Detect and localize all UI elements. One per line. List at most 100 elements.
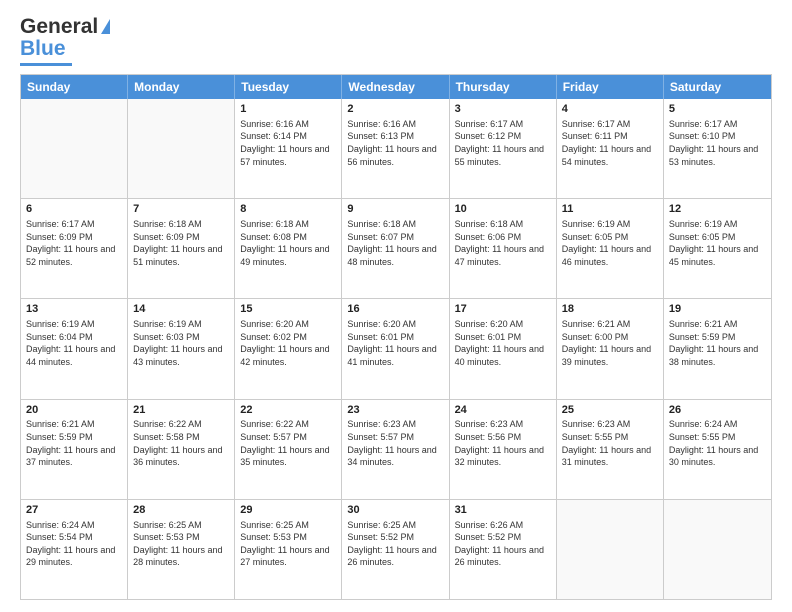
day-number: 16 [347, 302, 443, 317]
cell-info: Sunrise: 6:18 AM Sunset: 6:07 PM Dayligh… [347, 218, 443, 268]
calendar-row: 20Sunrise: 6:21 AM Sunset: 5:59 PM Dayli… [21, 400, 771, 500]
calendar-cell [557, 500, 664, 599]
calendar-row: 13Sunrise: 6:19 AM Sunset: 6:04 PM Dayli… [21, 299, 771, 399]
day-number: 20 [26, 403, 122, 418]
calendar-cell: 7Sunrise: 6:18 AM Sunset: 6:09 PM Daylig… [128, 199, 235, 298]
cell-info: Sunrise: 6:19 AM Sunset: 6:05 PM Dayligh… [562, 218, 658, 268]
calendar-cell: 10Sunrise: 6:18 AM Sunset: 6:06 PM Dayli… [450, 199, 557, 298]
calendar-cell [21, 99, 128, 198]
day-number: 19 [669, 302, 766, 317]
cell-info: Sunrise: 6:17 AM Sunset: 6:12 PM Dayligh… [455, 118, 551, 168]
calendar: SundayMondayTuesdayWednesdayThursdayFrid… [20, 74, 772, 600]
cell-info: Sunrise: 6:25 AM Sunset: 5:53 PM Dayligh… [240, 519, 336, 569]
calendar-cell: 29Sunrise: 6:25 AM Sunset: 5:53 PM Dayli… [235, 500, 342, 599]
calendar-cell: 20Sunrise: 6:21 AM Sunset: 5:59 PM Dayli… [21, 400, 128, 499]
calendar-cell: 23Sunrise: 6:23 AM Sunset: 5:57 PM Dayli… [342, 400, 449, 499]
cell-info: Sunrise: 6:18 AM Sunset: 6:09 PM Dayligh… [133, 218, 229, 268]
day-number: 6 [26, 202, 122, 217]
calendar-cell: 12Sunrise: 6:19 AM Sunset: 6:05 PM Dayli… [664, 199, 771, 298]
day-number: 18 [562, 302, 658, 317]
calendar-cell: 16Sunrise: 6:20 AM Sunset: 6:01 PM Dayli… [342, 299, 449, 398]
calendar-row: 1Sunrise: 6:16 AM Sunset: 6:14 PM Daylig… [21, 99, 771, 199]
calendar-cell: 24Sunrise: 6:23 AM Sunset: 5:56 PM Dayli… [450, 400, 557, 499]
calendar-row: 27Sunrise: 6:24 AM Sunset: 5:54 PM Dayli… [21, 500, 771, 599]
cell-info: Sunrise: 6:22 AM Sunset: 5:58 PM Dayligh… [133, 418, 229, 468]
cell-info: Sunrise: 6:19 AM Sunset: 6:04 PM Dayligh… [26, 318, 122, 368]
cell-info: Sunrise: 6:23 AM Sunset: 5:57 PM Dayligh… [347, 418, 443, 468]
calendar-cell: 3Sunrise: 6:17 AM Sunset: 6:12 PM Daylig… [450, 99, 557, 198]
calendar-header: SundayMondayTuesdayWednesdayThursdayFrid… [21, 75, 771, 99]
calendar-cell: 6Sunrise: 6:17 AM Sunset: 6:09 PM Daylig… [21, 199, 128, 298]
day-number: 4 [562, 102, 658, 117]
calendar-cell: 15Sunrise: 6:20 AM Sunset: 6:02 PM Dayli… [235, 299, 342, 398]
calendar-cell: 4Sunrise: 6:17 AM Sunset: 6:11 PM Daylig… [557, 99, 664, 198]
calendar-cell [128, 99, 235, 198]
cell-info: Sunrise: 6:23 AM Sunset: 5:56 PM Dayligh… [455, 418, 551, 468]
calendar-body: 1Sunrise: 6:16 AM Sunset: 6:14 PM Daylig… [21, 99, 771, 599]
header: General Blue [20, 16, 772, 66]
cell-info: Sunrise: 6:19 AM Sunset: 6:05 PM Dayligh… [669, 218, 766, 268]
cell-info: Sunrise: 6:17 AM Sunset: 6:10 PM Dayligh… [669, 118, 766, 168]
calendar-cell: 27Sunrise: 6:24 AM Sunset: 5:54 PM Dayli… [21, 500, 128, 599]
day-number: 12 [669, 202, 766, 217]
cell-info: Sunrise: 6:20 AM Sunset: 6:01 PM Dayligh… [347, 318, 443, 368]
cell-info: Sunrise: 6:21 AM Sunset: 6:00 PM Dayligh… [562, 318, 658, 368]
cell-info: Sunrise: 6:20 AM Sunset: 6:02 PM Dayligh… [240, 318, 336, 368]
calendar-cell: 13Sunrise: 6:19 AM Sunset: 6:04 PM Dayli… [21, 299, 128, 398]
day-number: 25 [562, 403, 658, 418]
day-number: 1 [240, 102, 336, 117]
day-number: 21 [133, 403, 229, 418]
day-number: 2 [347, 102, 443, 117]
day-number: 17 [455, 302, 551, 317]
cell-info: Sunrise: 6:17 AM Sunset: 6:09 PM Dayligh… [26, 218, 122, 268]
weekday-header: Friday [557, 75, 664, 99]
calendar-cell: 31Sunrise: 6:26 AM Sunset: 5:52 PM Dayli… [450, 500, 557, 599]
cell-info: Sunrise: 6:23 AM Sunset: 5:55 PM Dayligh… [562, 418, 658, 468]
calendar-cell: 30Sunrise: 6:25 AM Sunset: 5:52 PM Dayli… [342, 500, 449, 599]
calendar-cell: 5Sunrise: 6:17 AM Sunset: 6:10 PM Daylig… [664, 99, 771, 198]
day-number: 10 [455, 202, 551, 217]
day-number: 24 [455, 403, 551, 418]
day-number: 13 [26, 302, 122, 317]
calendar-cell [664, 500, 771, 599]
calendar-cell: 1Sunrise: 6:16 AM Sunset: 6:14 PM Daylig… [235, 99, 342, 198]
cell-info: Sunrise: 6:20 AM Sunset: 6:01 PM Dayligh… [455, 318, 551, 368]
day-number: 11 [562, 202, 658, 217]
day-number: 7 [133, 202, 229, 217]
cell-info: Sunrise: 6:24 AM Sunset: 5:55 PM Dayligh… [669, 418, 766, 468]
calendar-cell: 25Sunrise: 6:23 AM Sunset: 5:55 PM Dayli… [557, 400, 664, 499]
cell-info: Sunrise: 6:21 AM Sunset: 5:59 PM Dayligh… [669, 318, 766, 368]
cell-info: Sunrise: 6:22 AM Sunset: 5:57 PM Dayligh… [240, 418, 336, 468]
weekday-header: Thursday [450, 75, 557, 99]
weekday-header: Sunday [21, 75, 128, 99]
day-number: 15 [240, 302, 336, 317]
day-number: 8 [240, 202, 336, 217]
logo: General Blue [20, 16, 110, 66]
day-number: 9 [347, 202, 443, 217]
weekday-header: Wednesday [342, 75, 449, 99]
calendar-cell: 8Sunrise: 6:18 AM Sunset: 6:08 PM Daylig… [235, 199, 342, 298]
cell-info: Sunrise: 6:24 AM Sunset: 5:54 PM Dayligh… [26, 519, 122, 569]
calendar-cell: 14Sunrise: 6:19 AM Sunset: 6:03 PM Dayli… [128, 299, 235, 398]
calendar-row: 6Sunrise: 6:17 AM Sunset: 6:09 PM Daylig… [21, 199, 771, 299]
calendar-cell: 21Sunrise: 6:22 AM Sunset: 5:58 PM Dayli… [128, 400, 235, 499]
day-number: 26 [669, 403, 766, 418]
calendar-cell: 28Sunrise: 6:25 AM Sunset: 5:53 PM Dayli… [128, 500, 235, 599]
calendar-cell: 2Sunrise: 6:16 AM Sunset: 6:13 PM Daylig… [342, 99, 449, 198]
day-number: 30 [347, 503, 443, 518]
day-number: 28 [133, 503, 229, 518]
calendar-cell: 18Sunrise: 6:21 AM Sunset: 6:00 PM Dayli… [557, 299, 664, 398]
cell-info: Sunrise: 6:18 AM Sunset: 6:06 PM Dayligh… [455, 218, 551, 268]
weekday-header: Monday [128, 75, 235, 99]
weekday-header: Tuesday [235, 75, 342, 99]
cell-info: Sunrise: 6:16 AM Sunset: 6:13 PM Dayligh… [347, 118, 443, 168]
day-number: 31 [455, 503, 551, 518]
cell-info: Sunrise: 6:18 AM Sunset: 6:08 PM Dayligh… [240, 218, 336, 268]
calendar-cell: 17Sunrise: 6:20 AM Sunset: 6:01 PM Dayli… [450, 299, 557, 398]
calendar-cell: 26Sunrise: 6:24 AM Sunset: 5:55 PM Dayli… [664, 400, 771, 499]
cell-info: Sunrise: 6:25 AM Sunset: 5:53 PM Dayligh… [133, 519, 229, 569]
day-number: 23 [347, 403, 443, 418]
cell-info: Sunrise: 6:19 AM Sunset: 6:03 PM Dayligh… [133, 318, 229, 368]
calendar-cell: 22Sunrise: 6:22 AM Sunset: 5:57 PM Dayli… [235, 400, 342, 499]
day-number: 3 [455, 102, 551, 117]
